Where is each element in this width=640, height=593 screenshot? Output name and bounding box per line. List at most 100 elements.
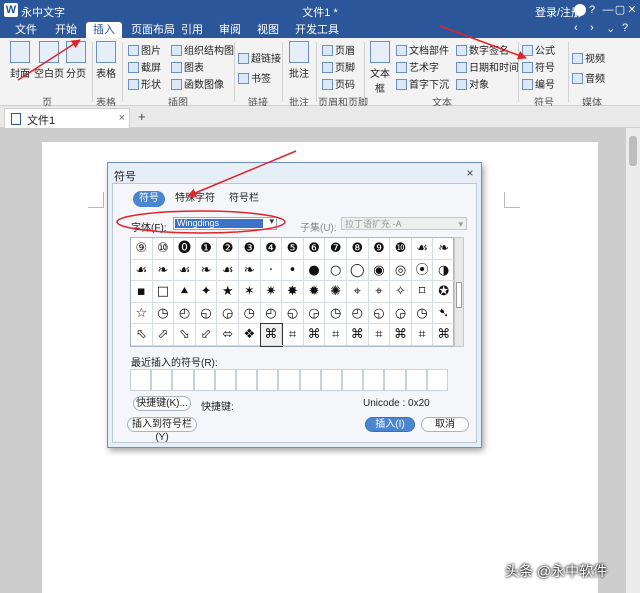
symbol-cell[interactable]: ◴ bbox=[347, 302, 369, 325]
symbol-cell[interactable]: ◷ bbox=[152, 302, 175, 325]
symbol-cell[interactable]: ❧ bbox=[152, 259, 175, 282]
symbol-cell[interactable]: ◷ bbox=[325, 302, 347, 325]
symbol-cell[interactable]: ✦ bbox=[195, 281, 218, 303]
symbol-cell[interactable]: ❷ bbox=[217, 238, 239, 260]
symbol-cell[interactable]: ❻ bbox=[303, 238, 326, 260]
page-break-button[interactable]: 分页 bbox=[64, 41, 88, 80]
forward-icon[interactable]: › bbox=[590, 22, 594, 34]
menu-references[interactable]: 引用 bbox=[174, 22, 210, 38]
symbol-cell[interactable]: ✷ bbox=[260, 281, 283, 303]
blank-page-button[interactable]: 空白页 bbox=[34, 41, 64, 80]
symbol-cell[interactable]: ◑ bbox=[433, 259, 455, 282]
function-graph-button[interactable]: 函数图像 bbox=[171, 76, 224, 91]
symbol-cell[interactable]: ◴ bbox=[260, 302, 283, 325]
symbol-cell[interactable]: ▪ bbox=[131, 281, 153, 303]
symbol-cell[interactable]: ○ bbox=[325, 259, 347, 282]
symbol-grid-scrollbar[interactable] bbox=[454, 237, 464, 347]
footer-button[interactable]: 页脚 bbox=[322, 59, 355, 74]
symbol-cell[interactable]: ⌗ bbox=[282, 324, 304, 346]
symbol-cell[interactable]: ⬀ bbox=[152, 324, 175, 346]
insert-button[interactable]: 插入(I) bbox=[365, 417, 415, 432]
shapes-button[interactable]: 形状 bbox=[128, 76, 161, 91]
symbol-cell[interactable]: ☙ bbox=[131, 259, 153, 282]
cover-button[interactable]: 封面 bbox=[6, 41, 34, 80]
symbol-cell[interactable]: ❿ bbox=[390, 238, 412, 260]
document-tab[interactable]: 文件1 × bbox=[4, 108, 130, 128]
symbol-cell[interactable]: ✶ bbox=[239, 281, 261, 303]
symbol-cell[interactable]: ⌗ bbox=[325, 324, 347, 346]
bookmark-button[interactable]: 书签 bbox=[238, 70, 271, 85]
symbol-cell[interactable]: ◉ bbox=[368, 259, 391, 282]
table-button[interactable]: 表格 bbox=[94, 41, 118, 80]
symbol-cell[interactable]: ◵ bbox=[368, 302, 391, 325]
recent-symbol-slot[interactable] bbox=[214, 369, 236, 391]
symbol-cell[interactable]: ❹ bbox=[260, 238, 283, 260]
collapse-ribbon-icon[interactable]: ⌄ bbox=[606, 22, 615, 35]
numbering-button[interactable]: 编号 bbox=[522, 76, 555, 91]
recent-symbol-slot[interactable] bbox=[426, 369, 448, 391]
object-button[interactable]: 对象 bbox=[456, 76, 489, 91]
audio-button[interactable]: 音频 bbox=[572, 70, 605, 85]
symbol-cell[interactable]: ◵ bbox=[195, 302, 218, 325]
symbol-cell[interactable]: ◶ bbox=[390, 302, 412, 325]
recent-symbol-slot[interactable] bbox=[151, 369, 173, 391]
symbol-cell[interactable]: ✸ bbox=[282, 281, 304, 303]
recent-symbol-slot[interactable] bbox=[299, 369, 321, 391]
symbol-cell[interactable]: ❧ bbox=[433, 238, 455, 260]
font-select[interactable]: Wingdings ▾ bbox=[173, 216, 277, 230]
symbol-cell[interactable]: ⌘ bbox=[433, 324, 455, 346]
symbol-cell[interactable]: ⌘ bbox=[303, 324, 326, 346]
formula-button[interactable]: 公式 bbox=[522, 42, 555, 57]
menu-developer[interactable]: 开发工具 bbox=[288, 22, 346, 38]
recent-symbol-slot[interactable] bbox=[342, 369, 364, 391]
symbol-cell[interactable]: ⌘ bbox=[347, 324, 369, 346]
recent-symbol-slot[interactable] bbox=[278, 369, 300, 391]
symbol-cell[interactable]: ◯ bbox=[347, 259, 369, 282]
symbol-cell[interactable]: ⬁ bbox=[131, 324, 153, 346]
symbol-cell[interactable]: ☙ bbox=[411, 238, 434, 260]
symbol-cell[interactable]: ❧ bbox=[239, 259, 261, 282]
symbol-cell[interactable]: ⌖ bbox=[347, 281, 369, 303]
symbol-cell[interactable]: ◶ bbox=[303, 302, 326, 325]
symbol-cell[interactable]: ⑨ bbox=[131, 238, 153, 260]
date-time-button[interactable]: 日期和时间 bbox=[456, 59, 519, 74]
symbol-cell[interactable]: ☙ bbox=[174, 259, 196, 282]
tab-symbol[interactable]: 符号 bbox=[133, 191, 165, 207]
chart-button[interactable]: 图表 bbox=[171, 59, 204, 74]
symbol-cell[interactable]: ⌗ bbox=[368, 324, 391, 346]
video-button[interactable]: 视频 bbox=[572, 50, 605, 65]
symbol-cell[interactable]: ◴ bbox=[174, 302, 196, 325]
symbol-cell[interactable]: ❼ bbox=[325, 238, 347, 260]
symbol-cell[interactable]: · bbox=[260, 259, 283, 282]
tab-symbol-bar[interactable]: 符号栏 bbox=[223, 191, 265, 207]
recent-symbol-slot[interactable] bbox=[405, 369, 427, 391]
symbol-cell[interactable]: ✧ bbox=[390, 281, 412, 303]
tab-special-chars[interactable]: 特殊字符 bbox=[169, 191, 221, 207]
symbol-cell[interactable]: ⦿ bbox=[411, 259, 434, 282]
recent-symbol-slot[interactable] bbox=[384, 369, 406, 391]
symbol-cell[interactable]: ⌑ bbox=[411, 281, 434, 303]
text-box-button[interactable]: 文本框 bbox=[366, 41, 394, 95]
digital-signature-button[interactable]: 数字签名 bbox=[456, 42, 509, 57]
screenshot-button[interactable]: 截屏 bbox=[128, 59, 161, 74]
symbol-cell[interactable]: ⬃ bbox=[195, 324, 218, 346]
picture-button[interactable]: 图片 bbox=[128, 42, 161, 57]
word-art-button[interactable]: 艺术字 bbox=[396, 59, 439, 74]
symbol-cell[interactable]: ⬂ bbox=[174, 324, 196, 346]
symbol-button[interactable]: 符号 bbox=[522, 59, 555, 74]
vertical-scrollbar[interactable] bbox=[626, 128, 640, 593]
symbol-cell[interactable]: ⌖ bbox=[368, 281, 391, 303]
plus-icon[interactable]: + bbox=[138, 109, 146, 124]
doc-parts-button[interactable]: 文档部件 bbox=[396, 42, 449, 57]
header-button[interactable]: 页眉 bbox=[322, 42, 355, 57]
dialog-close-button[interactable]: × bbox=[463, 166, 477, 180]
close-window-button[interactable]: ✕ bbox=[624, 2, 640, 18]
symbol-cell[interactable]: ❧ bbox=[195, 259, 218, 282]
symbol-cell[interactable]: ● bbox=[303, 259, 326, 282]
symbol-cell[interactable]: ☙ bbox=[217, 259, 239, 282]
org-chart-button[interactable]: 组织结构图 bbox=[171, 42, 234, 57]
symbol-cell[interactable]: ⑩ bbox=[152, 238, 175, 260]
shortcut-key-button[interactable]: 快捷键(K)... bbox=[133, 396, 191, 411]
symbol-cell[interactable]: ❖ bbox=[239, 324, 261, 346]
symbol-cell[interactable]: ⌘ bbox=[390, 324, 412, 346]
